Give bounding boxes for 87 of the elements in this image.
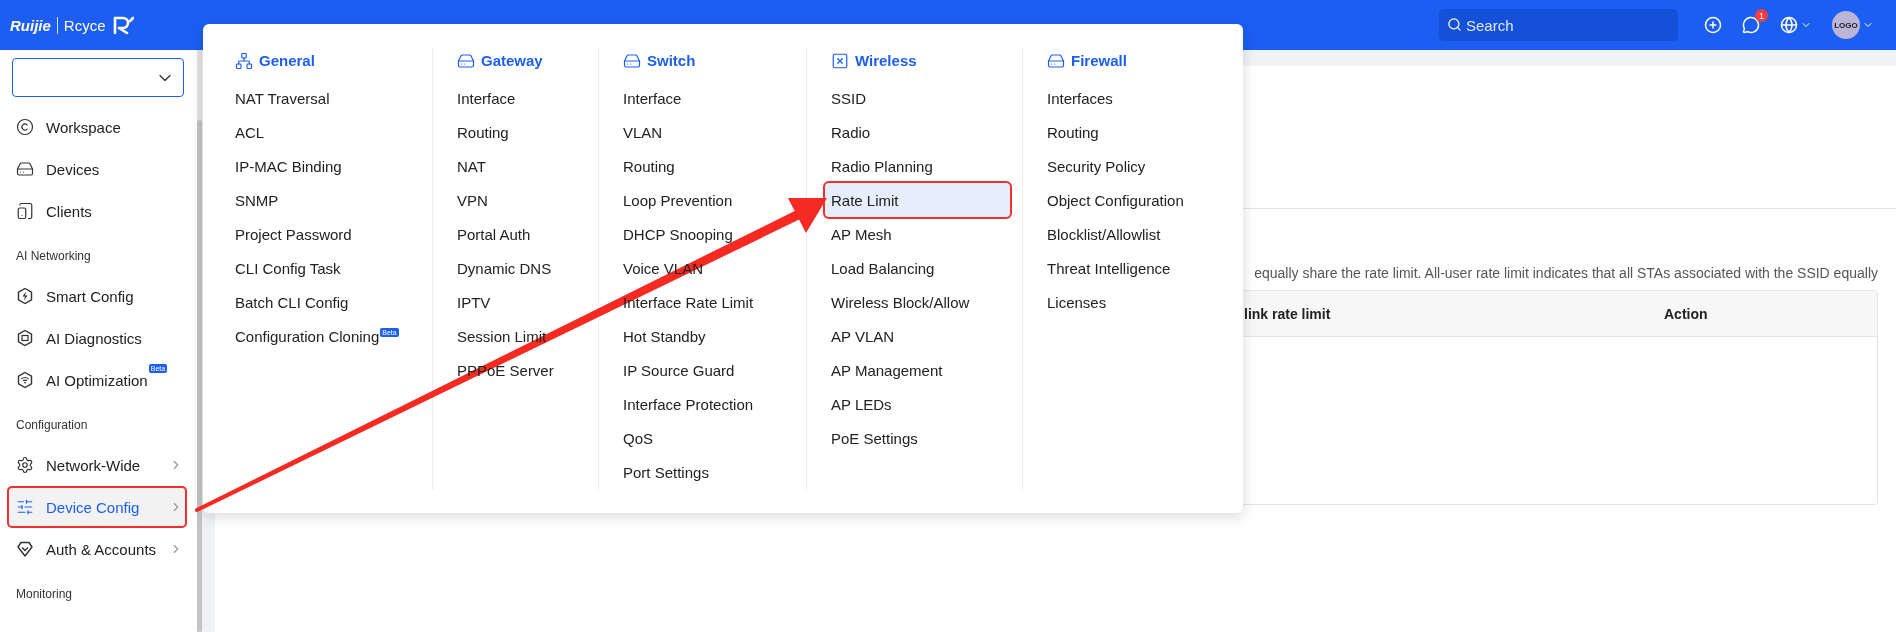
- menu-item[interactable]: AP Management: [825, 353, 1010, 387]
- menu-item[interactable]: IP Source Guard: [617, 353, 794, 387]
- sidebar-item[interactable]: Devices: [7, 148, 187, 190]
- menu-item[interactable]: Licenses: [1041, 285, 1231, 319]
- sidebar-item[interactable]: Auth & Accounts: [7, 528, 187, 570]
- menu-item[interactable]: Load Balancing: [825, 251, 1010, 285]
- devices-icon: [16, 202, 34, 220]
- menu-item[interactable]: AP Mesh: [825, 217, 1010, 251]
- menu-item[interactable]: Wireless Block/Allow: [825, 285, 1010, 319]
- menu-item[interactable]: Interfaces: [1041, 81, 1231, 115]
- sliders-icon: [16, 498, 34, 516]
- router-icon: [16, 160, 34, 178]
- sidebar-item[interactable]: Smart Config: [7, 275, 187, 317]
- menu-item[interactable]: Project Password: [229, 217, 420, 251]
- square-x-icon: [831, 52, 849, 70]
- menu-item[interactable]: NAT Traversal: [229, 81, 420, 115]
- menu-item[interactable]: Rate Limit: [825, 183, 1010, 217]
- menu-item[interactable]: Threat Intelligence: [1041, 251, 1231, 285]
- firewall-icon: [1047, 52, 1065, 70]
- switch-icon: [623, 52, 641, 70]
- sidebar-item[interactable]: AI Diagnostics: [7, 317, 187, 359]
- menu-item[interactable]: ACL: [229, 115, 420, 149]
- menu-item[interactable]: Radio Planning: [825, 149, 1010, 183]
- menu-item[interactable]: IP-MAC Binding: [229, 149, 420, 183]
- language-button[interactable]: [1780, 16, 1812, 34]
- sidebar-item[interactable]: Device Config: [7, 486, 187, 528]
- section-heading: Monitoring: [15, 586, 74, 603]
- menu-group-title: Wireless: [855, 52, 917, 69]
- hexagon-wifi-icon: [16, 371, 34, 389]
- description-text: equally share the rate limit. All-user rate limit indicates that all STAs associated with the SSID equally: [1254, 265, 1878, 283]
- message-count: 1: [1755, 9, 1768, 22]
- hexagon-chip-icon: [16, 329, 34, 347]
- menu-item[interactable]: PoE Settings: [825, 421, 1010, 455]
- brand-name: Ruijie: [10, 16, 58, 34]
- menu-item[interactable]: VPN: [451, 183, 586, 217]
- menu-item[interactable]: VLAN: [617, 115, 794, 149]
- product-name: Rcyce: [63, 16, 106, 34]
- menu-item[interactable]: SSID: [825, 81, 1010, 115]
- menu-item[interactable]: Routing: [617, 149, 794, 183]
- section-heading: AI Networking: [15, 248, 92, 265]
- settings-icon: [16, 456, 34, 474]
- menu-item[interactable]: DHCP Snooping: [617, 217, 794, 251]
- menu-item[interactable]: Routing: [1041, 115, 1231, 149]
- shield-chevron-icon: [16, 540, 34, 558]
- menu-item[interactable]: Port Settings: [617, 455, 794, 489]
- menu-item[interactable]: IPTV: [451, 285, 586, 319]
- hexagon-bolt-icon: [16, 287, 34, 305]
- brand-logo-icon: [111, 15, 134, 35]
- section-heading: Configuration: [15, 417, 89, 434]
- menu-item[interactable]: Loop Prevention: [617, 183, 794, 217]
- search-field[interactable]: Search: [1439, 9, 1678, 41]
- menu-item[interactable]: Session Limit: [451, 319, 586, 353]
- menu-item[interactable]: Hot Standby: [617, 319, 794, 353]
- network-select[interactable]: [12, 58, 184, 97]
- sidebar-item[interactable]: Clients: [7, 190, 187, 232]
- menu-item[interactable]: AP LEDs: [825, 387, 1010, 421]
- column-header: link rate limit: [1244, 305, 1331, 322]
- menu-item[interactable]: Blocklist/Allowlist: [1041, 217, 1231, 251]
- menu-group-title: Firewall: [1071, 52, 1127, 69]
- router-icon: [457, 52, 475, 70]
- menu-item[interactable]: Dynamic DNS: [451, 251, 586, 285]
- menu-item[interactable]: SNMP: [229, 183, 420, 217]
- menu-item[interactable]: CLI Config Task: [229, 251, 420, 285]
- menu-item[interactable]: Interface: [617, 81, 794, 115]
- menu-item[interactable]: Routing: [451, 115, 586, 149]
- menu-item[interactable]: Interface Protection: [617, 387, 794, 421]
- menu-item[interactable]: AP VLAN: [825, 319, 1010, 353]
- menu-item[interactable]: Radio: [825, 115, 1010, 149]
- menu-item[interactable]: Batch CLI Config: [229, 285, 420, 319]
- scrollbar[interactable]: [197, 50, 202, 632]
- menu-group-title: Switch: [647, 52, 696, 69]
- menu-group-title: Gateway: [481, 52, 543, 69]
- menu-item[interactable]: Interface: [451, 81, 586, 115]
- messages-button[interactable]: [1742, 16, 1760, 34]
- menu-item[interactable]: Portal Auth: [451, 217, 586, 251]
- menu-item[interactable]: Security Policy: [1041, 149, 1231, 183]
- sidebar-item[interactable]: Workspace: [7, 106, 187, 148]
- menu-item[interactable]: Object Configuration: [1041, 183, 1231, 217]
- network-icon: [235, 52, 253, 70]
- sidebar-item[interactable]: Network-Wide: [7, 444, 187, 486]
- menu-item[interactable]: Interface Rate Limit: [617, 285, 794, 319]
- column-header: Action: [1664, 305, 1708, 322]
- add-button[interactable]: [1704, 16, 1722, 34]
- menu-group-title: General: [259, 52, 315, 69]
- c-circle-icon: [16, 118, 34, 136]
- menu-item[interactable]: NAT: [451, 149, 586, 183]
- menu-item[interactable]: QoS: [617, 421, 794, 455]
